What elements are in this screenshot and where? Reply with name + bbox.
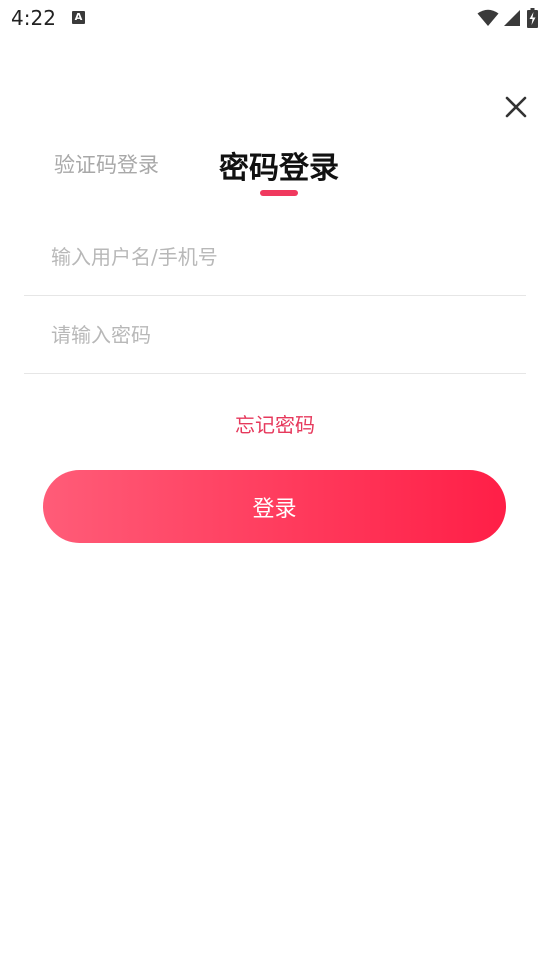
wifi-icon <box>477 9 499 27</box>
username-input[interactable] <box>51 238 511 276</box>
signal-icon <box>503 9 521 27</box>
close-button[interactable] <box>500 93 532 125</box>
password-input[interactable] <box>51 316 511 354</box>
username-field-row <box>24 218 526 296</box>
tab-sms-login[interactable]: 验证码登录 <box>54 149 159 179</box>
forgot-password-link[interactable]: 忘记密码 <box>0 409 550 438</box>
notification-icon: A <box>72 11 85 24</box>
login-button[interactable]: 登录 <box>43 470 506 543</box>
tab-password-login[interactable]: 密码登录 <box>219 143 339 187</box>
password-field-row <box>24 296 526 374</box>
battery-charging-icon <box>527 8 538 28</box>
status-icons <box>477 8 538 28</box>
status-bar: 4:22 A <box>0 0 550 40</box>
close-icon <box>504 95 528 123</box>
status-time: 4:22 <box>11 6 56 30</box>
login-button-label: 登录 <box>252 496 297 522</box>
active-tab-indicator <box>260 190 298 196</box>
